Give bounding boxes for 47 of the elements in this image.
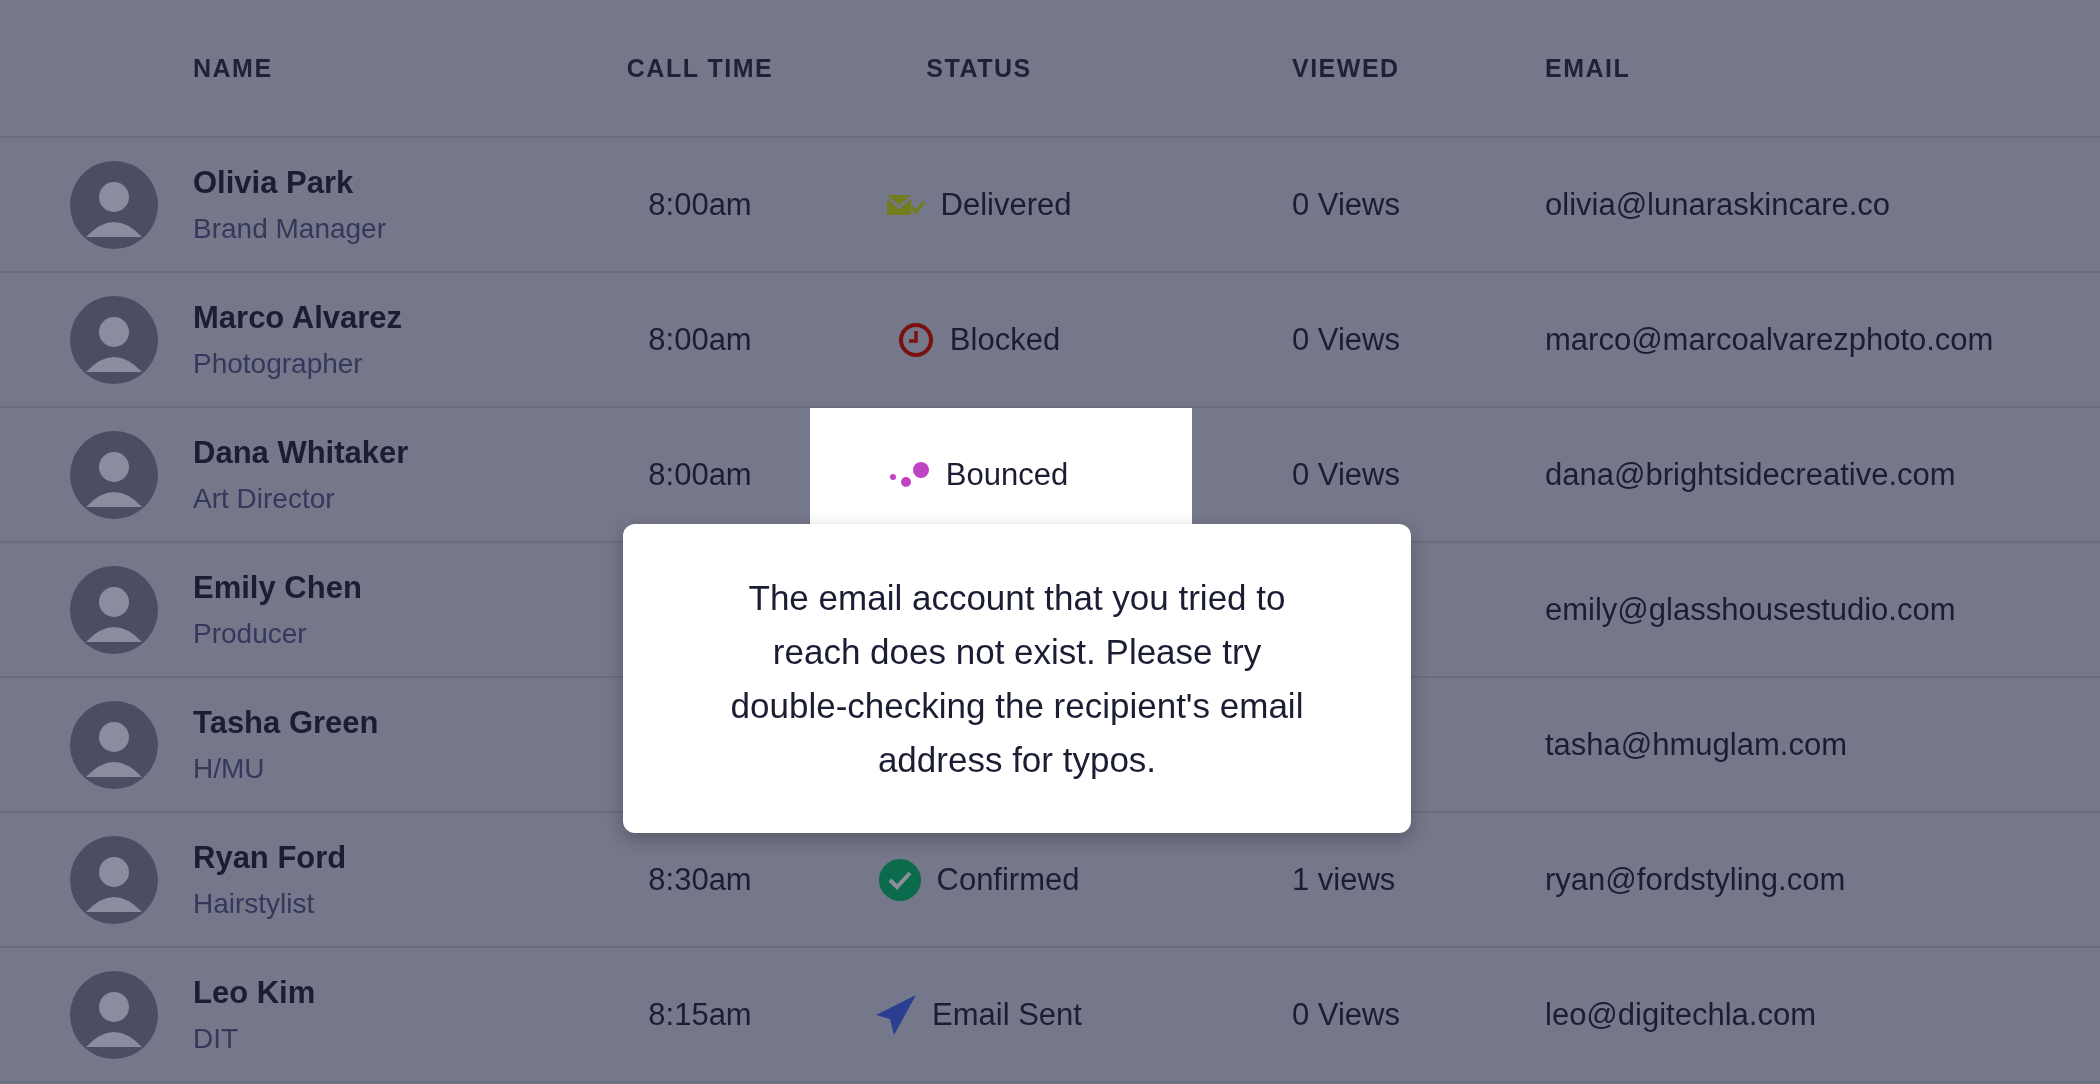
call-time: 8:00am: [648, 321, 752, 358]
view-count: 1 views: [1292, 861, 1396, 898]
status-label: Blocked: [949, 321, 1061, 358]
column-header[interactable]: VIEWED: [1192, 53, 1400, 83]
contact-role: Art Director: [193, 482, 336, 515]
contact-name: Tasha Green: [193, 704, 380, 741]
contact-name: Dana Whitaker: [193, 434, 410, 471]
column-header[interactable]: EMAIL: [1545, 53, 1631, 83]
column-header[interactable]: NAME: [193, 53, 273, 83]
contact-role: Hairstylist: [193, 887, 316, 920]
status-label: Confirmed: [936, 861, 1080, 898]
contact-name: Marco Alvarez: [193, 299, 404, 336]
view-count: 0 Views: [1292, 186, 1400, 223]
view-count: 0 Views: [1292, 321, 1400, 358]
email-address: dana@brightsidecreative.com: [1545, 456, 1956, 493]
contact-role: Producer: [193, 617, 308, 650]
email-address: leo@digitechla.com: [1545, 996, 1816, 1033]
contact-name: Olivia Park: [193, 164, 355, 201]
envelope-check-icon: [886, 192, 925, 217]
view-count: 0 Views: [1292, 456, 1400, 493]
contact-name: Leo Kim: [193, 974, 317, 1011]
status-label: Email Sent: [932, 996, 1082, 1033]
column-header[interactable]: STATUS: [926, 53, 1076, 83]
contact-name: Emily Chen: [193, 569, 363, 606]
email-address: emily@glasshousestudio.com: [1545, 591, 1956, 628]
email-address: olivia@lunaraskincare.co: [1545, 186, 1891, 223]
contact-name: Ryan Ford: [193, 839, 348, 876]
contact-role: DIT: [193, 1022, 240, 1055]
email-address: ryan@fordstyling.com: [1545, 861, 1846, 898]
call-time: 8:30am: [648, 861, 752, 898]
view-count: 0 Views: [1292, 996, 1400, 1033]
contact-role: Photographer: [193, 347, 364, 380]
status-label: Bounced: [945, 456, 1069, 493]
email-address: tasha@hmuglam.com: [1545, 726, 1847, 763]
clock-icon: [897, 321, 934, 358]
call-time: 8:15am: [648, 996, 752, 1033]
paper-plane-icon: [876, 994, 917, 1035]
status-label: Delivered: [940, 186, 1072, 223]
dots-icon: [889, 460, 930, 489]
call-time: 8:00am: [648, 186, 752, 223]
email-address: marco@marcoalvarezphoto.com: [1545, 321, 1994, 358]
call-time: 8:00am: [648, 456, 752, 493]
check-circle-icon: [878, 858, 921, 901]
tooltip-text: The email account that you tried to reach does not exist. Please try double-checking the recipient's email address for typos.: [729, 576, 1305, 781]
contact-role: H/MU: [193, 752, 266, 785]
column-header[interactable]: CALL TIME: [626, 53, 774, 83]
contact-role: Brand Manager: [193, 212, 387, 245]
